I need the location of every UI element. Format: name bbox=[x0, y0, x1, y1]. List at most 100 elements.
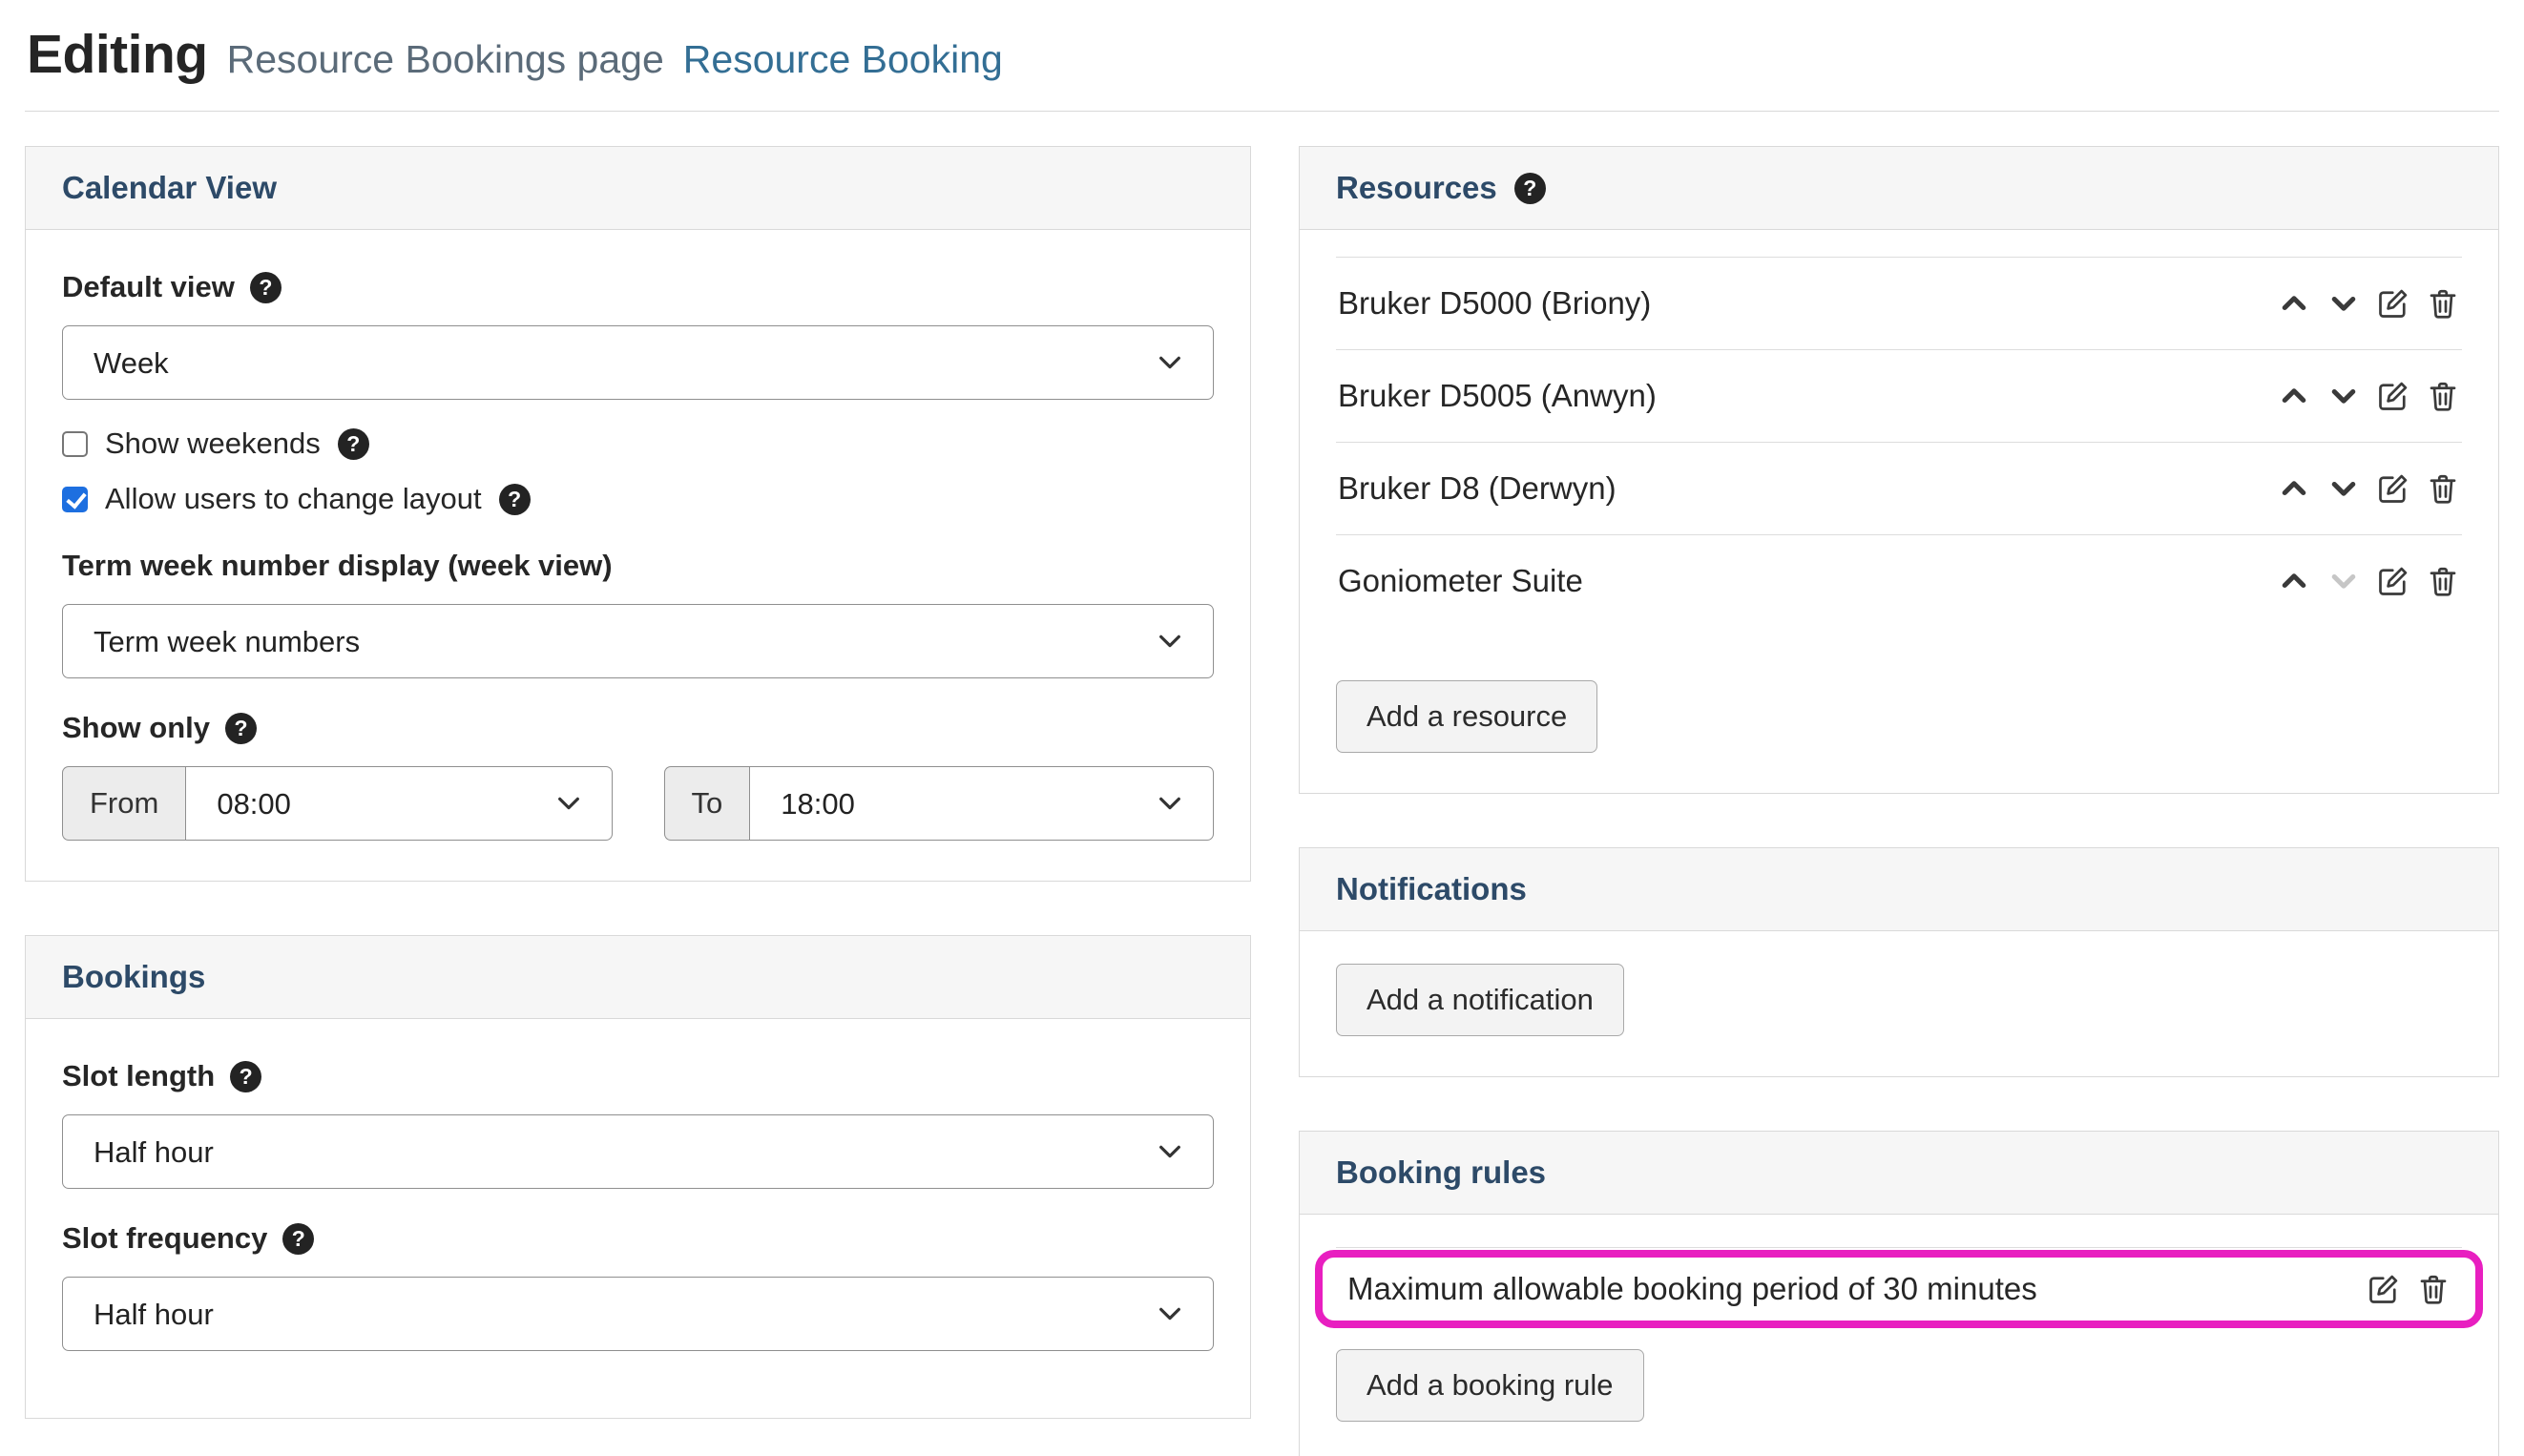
trash-icon bbox=[2426, 286, 2460, 321]
row-actions bbox=[2277, 286, 2460, 321]
chevron-up-icon bbox=[2277, 471, 2311, 506]
move-down-button[interactable] bbox=[2326, 379, 2361, 413]
edit-button[interactable] bbox=[2367, 1272, 2401, 1306]
help-icon[interactable] bbox=[225, 713, 257, 744]
add-booking-rule-button[interactable]: Add a booking rule bbox=[1336, 1349, 1644, 1422]
calendar-view-header: Calendar View bbox=[26, 147, 1250, 230]
move-up-button[interactable] bbox=[2277, 564, 2311, 598]
bookings-card: Bookings Slot length Half hour Slot bbox=[25, 935, 1251, 1419]
chevron-up-icon bbox=[2277, 564, 2311, 598]
notifications-title: Notifications bbox=[1336, 871, 1527, 907]
trash-icon bbox=[2426, 564, 2460, 598]
move-up-button[interactable] bbox=[2277, 379, 2311, 413]
resources-body: Bruker D5000 (Briony) Bruker D5005 (Anwy… bbox=[1300, 230, 2498, 793]
edit-icon bbox=[2367, 1272, 2401, 1306]
resource-name: Bruker D8 (Derwyn) bbox=[1338, 470, 1617, 507]
breadcrumb-item-link[interactable]: Resource Booking bbox=[683, 37, 1003, 82]
delete-button[interactable] bbox=[2416, 1272, 2451, 1306]
move-down-button-disabled bbox=[2326, 564, 2361, 598]
resource-row: Bruker D5000 (Briony) bbox=[1336, 257, 2462, 349]
from-group: From 08:00 bbox=[62, 766, 613, 841]
booking-rule-row: Maximum allowable booking period of 30 m… bbox=[1347, 1271, 2451, 1307]
right-column: Resources Bruker D5000 (Briony) bbox=[1299, 146, 2499, 1456]
edit-icon bbox=[2376, 564, 2410, 598]
chevron-down-icon bbox=[2326, 471, 2361, 506]
delete-button[interactable] bbox=[2426, 471, 2460, 506]
add-resource-button[interactable]: Add a resource bbox=[1336, 680, 1597, 753]
slot-length-label-row: Slot length bbox=[62, 1059, 1214, 1093]
slot-frequency-select[interactable]: Half hour bbox=[62, 1277, 1214, 1351]
edit-button[interactable] bbox=[2376, 471, 2410, 506]
edit-button[interactable] bbox=[2376, 286, 2410, 321]
allow-layout-label: Allow users to change layout bbox=[105, 482, 482, 516]
to-label: To bbox=[664, 766, 750, 841]
edit-icon bbox=[2376, 471, 2410, 506]
term-week-label-row: Term week number display (week view) bbox=[62, 549, 1214, 583]
left-column: Calendar View Default view Week bbox=[25, 146, 1251, 1456]
show-weekends-checkbox[interactable] bbox=[62, 431, 88, 457]
delete-button[interactable] bbox=[2426, 379, 2460, 413]
rule-divider bbox=[1336, 1247, 2462, 1248]
content-columns: Calendar View Default view Week bbox=[25, 146, 2499, 1456]
calendar-view-body: Default view Week Show weekends bbox=[26, 230, 1250, 881]
show-weekends-row: Show weekends bbox=[62, 426, 1214, 461]
resource-row: Bruker D5005 (Anwyn) bbox=[1336, 349, 2462, 442]
notifications-body: Add a notification bbox=[1300, 931, 2498, 1076]
booking-rules-card: Booking rules Maximum allowable booking … bbox=[1299, 1131, 2499, 1456]
help-icon[interactable] bbox=[338, 428, 369, 460]
default-view-select[interactable]: Week bbox=[62, 325, 1214, 400]
chevron-up-icon bbox=[2277, 286, 2311, 321]
booking-rule-name: Maximum allowable booking period of 30 m… bbox=[1347, 1271, 2037, 1307]
trash-icon bbox=[2416, 1272, 2451, 1306]
page: Editing Resource Bookings page Resource … bbox=[0, 0, 2524, 1456]
header-divider bbox=[25, 111, 2499, 112]
slot-frequency-label-row: Slot frequency bbox=[62, 1221, 1214, 1256]
delete-button[interactable] bbox=[2426, 564, 2460, 598]
move-down-button[interactable] bbox=[2326, 471, 2361, 506]
show-only-label-row: Show only bbox=[62, 711, 1214, 745]
add-notification-button[interactable]: Add a notification bbox=[1336, 964, 1624, 1036]
move-down-button[interactable] bbox=[2326, 286, 2361, 321]
help-icon[interactable] bbox=[230, 1061, 261, 1092]
resource-row: Goniometer Suite bbox=[1336, 534, 2462, 627]
term-week-label: Term week number display (week view) bbox=[62, 549, 613, 583]
chevron-up-icon bbox=[2277, 379, 2311, 413]
slot-length-select[interactable]: Half hour bbox=[62, 1114, 1214, 1189]
resource-row: Bruker D8 (Derwyn) bbox=[1336, 442, 2462, 534]
row-actions bbox=[2277, 471, 2460, 506]
resource-name: Bruker D5000 (Briony) bbox=[1338, 285, 1651, 322]
booking-rules-header: Booking rules bbox=[1300, 1132, 2498, 1215]
chevron-down-icon bbox=[2326, 379, 2361, 413]
chevron-down-icon bbox=[2326, 286, 2361, 321]
default-view-label-row: Default view bbox=[62, 270, 1214, 304]
bookings-header: Bookings bbox=[26, 936, 1250, 1019]
highlight-annotation: Maximum allowable booking period of 30 m… bbox=[1315, 1250, 2483, 1328]
move-up-button[interactable] bbox=[2277, 471, 2311, 506]
booking-rules-body: Maximum allowable booking period of 30 m… bbox=[1300, 1215, 2498, 1456]
row-actions bbox=[2367, 1272, 2451, 1306]
notifications-card: Notifications Add a notification bbox=[1299, 847, 2499, 1077]
from-time-select[interactable]: 08:00 bbox=[185, 766, 612, 841]
title-line: Editing Resource Bookings page Resource … bbox=[25, 17, 2499, 86]
help-icon[interactable] bbox=[282, 1223, 314, 1255]
slot-frequency-select-wrap: Half hour bbox=[62, 1277, 1214, 1351]
default-view-select-wrap: Week bbox=[62, 325, 1214, 400]
help-icon[interactable] bbox=[499, 484, 531, 515]
to-time-select[interactable]: 18:00 bbox=[749, 766, 1214, 841]
calendar-view-card: Calendar View Default view Week bbox=[25, 146, 1251, 882]
edit-button[interactable] bbox=[2376, 379, 2410, 413]
bookings-title: Bookings bbox=[62, 959, 205, 995]
delete-button[interactable] bbox=[2426, 286, 2460, 321]
allow-layout-row: Allow users to change layout bbox=[62, 482, 1214, 516]
term-week-select[interactable]: Term week numbers bbox=[62, 604, 1214, 678]
term-week-select-wrap: Term week numbers bbox=[62, 604, 1214, 678]
help-icon[interactable] bbox=[250, 272, 282, 303]
row-actions bbox=[2277, 564, 2460, 598]
edit-icon bbox=[2376, 379, 2410, 413]
allow-layout-checkbox[interactable] bbox=[62, 487, 88, 512]
breadcrumb-page-link[interactable]: Resource Bookings page bbox=[227, 37, 664, 82]
edit-button[interactable] bbox=[2376, 564, 2410, 598]
move-up-button[interactable] bbox=[2277, 286, 2311, 321]
resources-card: Resources Bruker D5000 (Briony) bbox=[1299, 146, 2499, 794]
help-icon[interactable] bbox=[1514, 173, 1546, 204]
